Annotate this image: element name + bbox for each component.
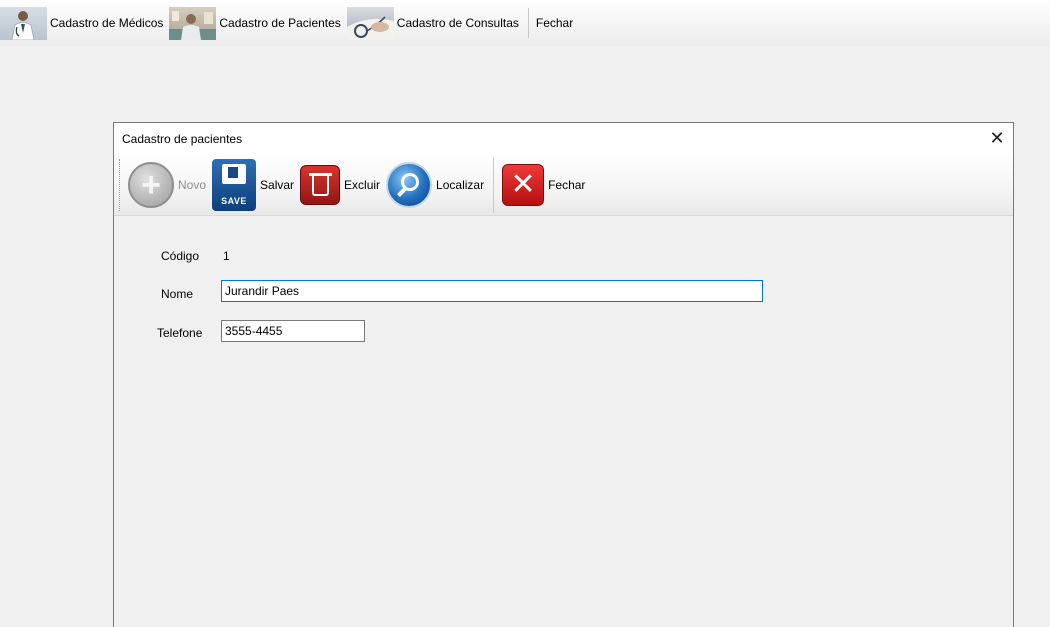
menu-item-label: Fechar [535, 16, 574, 30]
window-titlebar[interactable]: Cadastro de pacientes ✕ [114, 123, 1013, 154]
menu-item-label: Cadastro de Médicos [50, 16, 164, 30]
menu-item-cadastro-consultas[interactable]: Cadastro de Consultas [346, 0, 525, 46]
toolbar-separator [493, 156, 495, 213]
save-icon-text: SAVE [221, 195, 247, 206]
toolbar-grip[interactable] [119, 158, 122, 211]
patient-registration-window: Cadastro de pacientes ✕ + Novo SAVE Salv… [113, 122, 1014, 627]
window-close-button[interactable]: ✕ [981, 123, 1013, 154]
consultation-photo-icon [346, 6, 394, 40]
excluir-button[interactable]: Excluir [300, 155, 380, 215]
novo-label: Novo [178, 177, 207, 192]
doctor-photo-icon [0, 6, 47, 40]
close-icon: ✕ [502, 163, 545, 206]
nome-label: Nome [161, 287, 194, 301]
nome-field[interactable] [221, 280, 763, 302]
record-toolbar: + Novo SAVE Salvar Excluir Localizar ✕ F… [114, 154, 1013, 216]
excluir-label: Excluir [344, 177, 381, 192]
codigo-value: 1 [223, 249, 230, 263]
menu-item-fechar[interactable]: Fechar [536, 0, 579, 46]
main-menu-bar: Cadastro de Médicos Cadastro de Paciente… [0, 0, 1050, 46]
fechar-button[interactable]: ✕ Fechar [502, 155, 585, 215]
menu-item-label: Cadastro de Consultas [396, 16, 519, 30]
menu-separator [527, 8, 529, 38]
save-floppy-icon: SAVE [212, 158, 257, 211]
menu-item-cadastro-medicos[interactable]: Cadastro de Médicos [0, 0, 169, 46]
search-icon [386, 161, 433, 208]
window-title: Cadastro de pacientes [122, 132, 243, 146]
salvar-label: Salvar [260, 177, 295, 192]
trash-icon [300, 164, 341, 205]
fechar-label: Fechar [548, 177, 586, 192]
menu-item-label: Cadastro de Pacientes [219, 16, 341, 30]
patient-photo-icon [169, 6, 217, 40]
salvar-button[interactable]: SAVE Salvar [212, 155, 294, 215]
localizar-button[interactable]: Localizar [386, 155, 484, 215]
novo-button[interactable]: + Novo [128, 155, 206, 215]
menu-item-cadastro-pacientes[interactable]: Cadastro de Pacientes [169, 0, 346, 46]
telefone-field[interactable] [221, 320, 365, 342]
add-icon: + [128, 161, 174, 208]
localizar-label: Localizar [436, 177, 485, 192]
codigo-label: Código [161, 249, 200, 263]
telefone-label: Telefone [157, 326, 203, 340]
